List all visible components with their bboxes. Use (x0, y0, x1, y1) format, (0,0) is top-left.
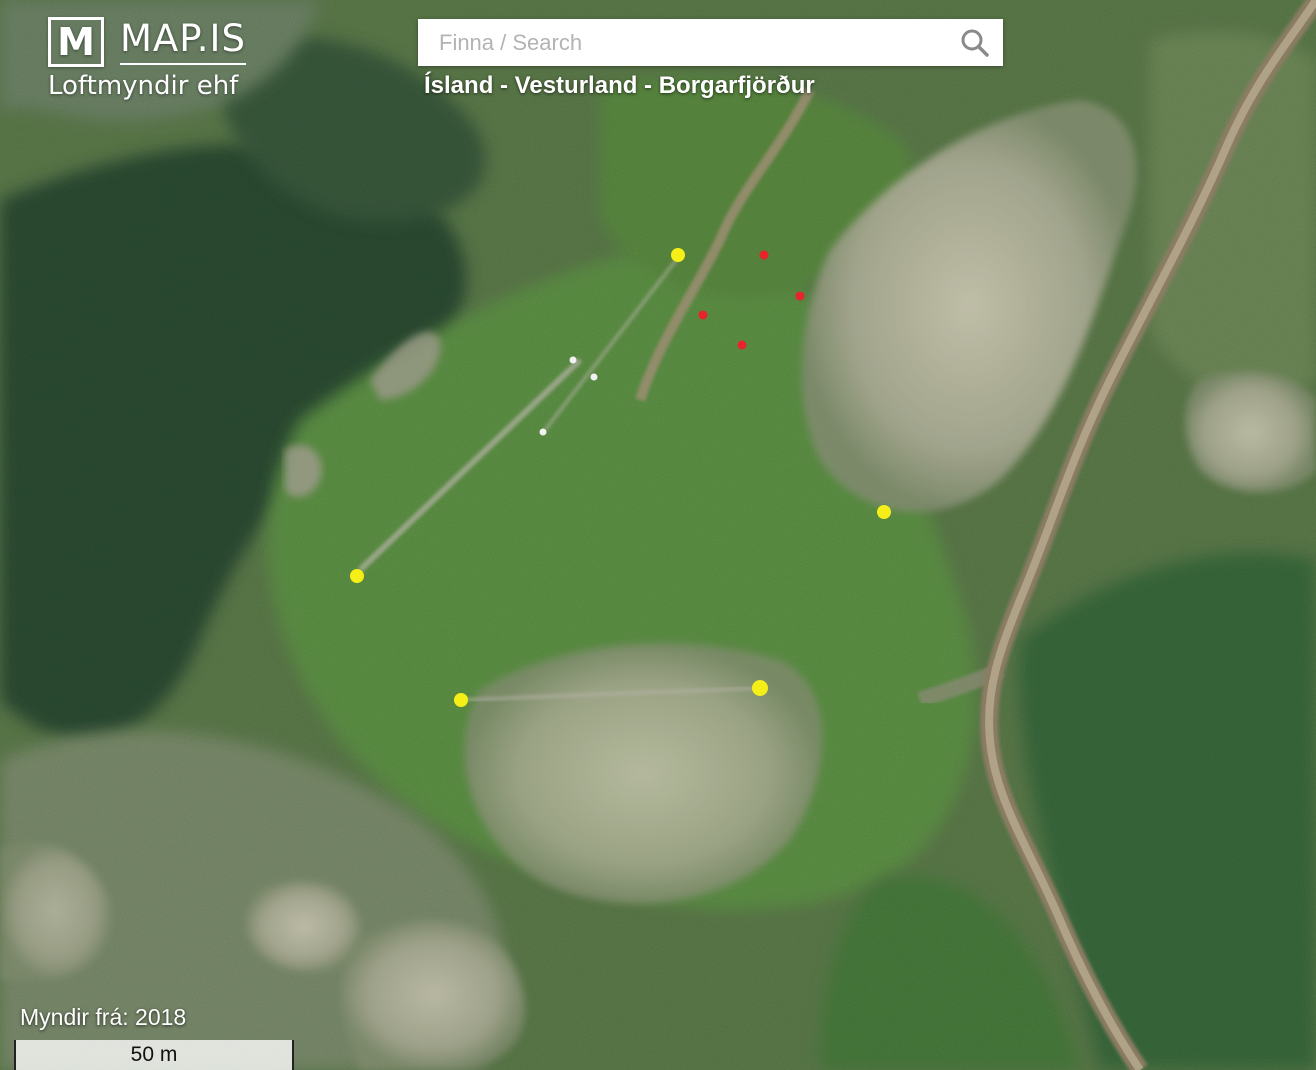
map-marker-white[interactable] (590, 373, 598, 381)
map-marker-red[interactable] (698, 310, 708, 320)
map-marker-red[interactable] (795, 291, 805, 301)
search-input[interactable] (418, 19, 938, 66)
logo-subtitle: Loftmyndir ehf (48, 71, 239, 101)
map-marker-yellow[interactable] (877, 505, 891, 519)
location-breadcrumb[interactable]: Ísland - Vesturland - Borgarfjörður (424, 72, 815, 100)
map-marker-white[interactable] (569, 356, 577, 364)
map-marker-white[interactable] (539, 428, 547, 436)
map-viewport[interactable]: M MAP.IS Loftmyndir ehf Ísland - Vesturl… (0, 0, 1316, 1070)
map-marker-yellow[interactable] (752, 680, 768, 696)
logo-name: MAP.IS (120, 20, 246, 65)
map-marker-yellow[interactable] (671, 248, 685, 262)
map-marker-yellow[interactable] (350, 569, 364, 583)
maps-logo[interactable]: M MAP.IS Loftmyndir ehf (48, 14, 246, 101)
photo-year-label: Myndir frá: 2018 (20, 1004, 187, 1030)
map-marker-red[interactable] (759, 250, 769, 260)
search-button[interactable] (957, 25, 993, 61)
search-bar (418, 19, 1003, 66)
scale-label: 50 m (130, 1043, 178, 1066)
scale-bar: 50 m (14, 1040, 294, 1070)
aerial-map[interactable] (0, 0, 1316, 1070)
map-marker-red[interactable] (737, 340, 747, 350)
map-marker-yellow[interactable] (454, 693, 468, 707)
logo-mark: M (48, 17, 104, 67)
search-icon (961, 29, 989, 57)
